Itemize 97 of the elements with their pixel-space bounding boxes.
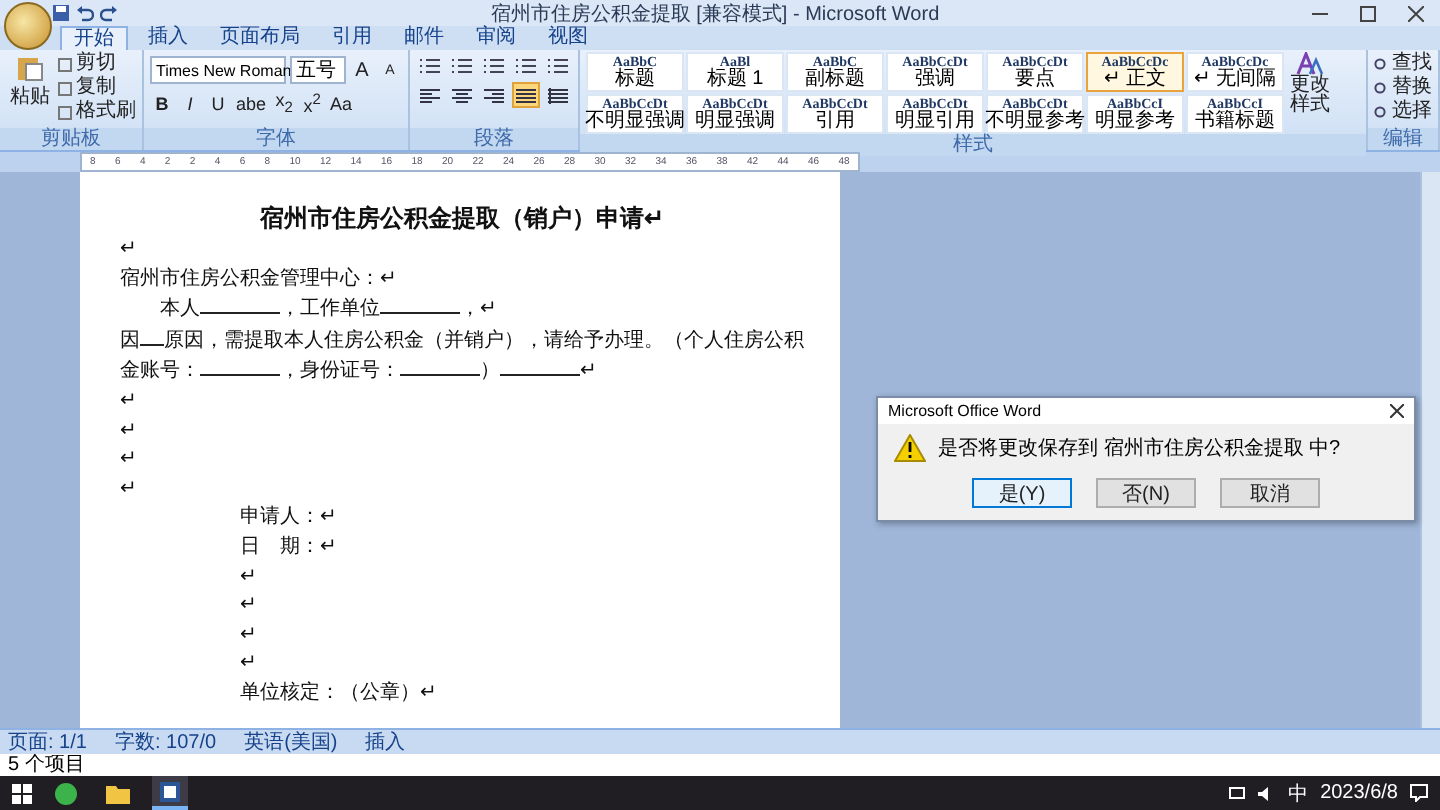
document-text: ，身份证号： [280, 358, 400, 387]
document-text: ↵ [120, 446, 136, 475]
group-label: 样式 [580, 134, 1366, 156]
circle-icon [1374, 57, 1388, 71]
ribbon-tab[interactable]: 开始 [60, 26, 128, 50]
group-label: 编辑 [1368, 128, 1438, 150]
paste-button[interactable]: 粘贴 [6, 52, 54, 124]
document-text: 单位核定：（公章）↵ [240, 679, 436, 708]
format-button[interactable]: U [206, 90, 230, 116]
scrollbar[interactable] [1420, 172, 1440, 728]
format-button[interactable]: abe [234, 90, 269, 116]
document-text: ↵ [580, 358, 596, 387]
document-text: 日 期：↵ [240, 533, 336, 562]
font-size-field[interactable]: 五号 [290, 56, 346, 84]
document-text: 因 [120, 327, 140, 356]
change-styles-button[interactable]: 更改样式 [1288, 52, 1332, 134]
redo-icon[interactable] [100, 4, 118, 22]
list-icon[interactable] [482, 56, 506, 76]
ribbon-tab[interactable]: 视图 [536, 26, 600, 50]
format-button[interactable]: x$^{2}$ [300, 90, 325, 116]
group-label: 剪贴板 [0, 128, 142, 150]
document-text: ） [480, 358, 500, 387]
clipboard-button[interactable]: 复制 [58, 76, 136, 100]
editing-button[interactable]: 替换 [1374, 76, 1432, 100]
ribbon-tab[interactable]: 页面布局 [208, 26, 312, 50]
list-icon[interactable] [546, 56, 570, 76]
undo-icon[interactable] [76, 4, 94, 22]
list-icon[interactable] [450, 56, 474, 76]
clipboard-icon [16, 54, 44, 82]
item-count: 5 个项目 [8, 755, 85, 775]
notification-icon[interactable] [1410, 784, 1428, 802]
warning-icon [894, 434, 926, 462]
clock-date[interactable]: 2023/6/8 [1320, 782, 1398, 804]
document-text: ↵ [120, 475, 136, 504]
maximize-icon[interactable] [1360, 5, 1376, 21]
window-title: 宿州市住房公积金提取 [兼容模式] - Microsoft Word [490, 1, 942, 25]
ribbon-tab[interactable]: 邮件 [392, 26, 456, 50]
dialog-message: 是否将更改保存到 宿州市住房公积金提取 中? [938, 435, 1341, 462]
document-text: ↵ [240, 592, 256, 621]
dialog-button[interactable]: 是(Y) [972, 478, 1072, 508]
document-text: 原因，需提取本人住房公积金（并销户），请给予办理。（个人住房公积 [164, 327, 804, 356]
status-item: 英语(美国) [244, 729, 338, 756]
taskbar-app[interactable] [152, 776, 188, 810]
circle-icon [1374, 105, 1388, 119]
list-icon[interactable] [514, 56, 538, 76]
close-icon[interactable] [1390, 404, 1404, 418]
grow-font-button[interactable]: A [350, 57, 374, 83]
circle-icon [1374, 81, 1388, 95]
dialog-button[interactable]: 否(N) [1096, 478, 1196, 508]
square-icon [58, 105, 72, 119]
document-text: ↵ [240, 563, 256, 592]
document-text: 宿州市住房公积金管理中心：↵ [120, 265, 396, 294]
document-text: ↵ [240, 621, 256, 650]
format-button[interactable]: I [178, 90, 202, 116]
square-icon [58, 57, 72, 71]
status-item: 插入 [365, 729, 406, 756]
ribbon-tab[interactable]: 插入 [136, 26, 200, 50]
windows-icon[interactable] [12, 783, 32, 803]
network-icon[interactable] [1228, 785, 1247, 801]
letter-a-icon [1296, 52, 1324, 76]
folder-icon [106, 781, 130, 805]
dialog-button[interactable]: 取消 [1220, 478, 1320, 508]
clipboard-button[interactable]: 剪切 [58, 52, 136, 76]
document-text: ↵ [120, 417, 136, 446]
format-button[interactable]: x$_{2}$ [272, 90, 297, 116]
square-icon [58, 81, 72, 95]
format-button[interactable]: Aa [328, 90, 355, 116]
group-label: 段落 [410, 128, 578, 150]
editing-button[interactable]: 选择 [1374, 100, 1432, 124]
ribbon-tab[interactable]: 审阅 [464, 26, 528, 50]
document-text: 申请人：↵ [240, 504, 336, 533]
status-item: 页面: 1/1 [8, 730, 87, 754]
status-item: 字数: 107/0 [114, 729, 217, 756]
document-icon [158, 779, 182, 803]
document-title: 宿州市住房公积金提取（销户）申请↵ [260, 202, 664, 236]
document-text: ，↵ [460, 296, 496, 325]
document-text: ↵ [240, 650, 256, 679]
dialog-title: Microsoft Office Word [888, 402, 1042, 420]
circle-icon [54, 781, 78, 805]
document-text: ↵ [120, 387, 136, 416]
ime-indicator[interactable]: 中 [1288, 779, 1309, 807]
ribbon-tab[interactable]: 引用 [320, 26, 384, 50]
document-text: 本人 [160, 296, 200, 325]
font-name-field[interactable]: Times New Roman [150, 56, 286, 84]
editing-button[interactable]: 查找 [1374, 52, 1432, 76]
office-button[interactable] [4, 2, 52, 50]
align-button[interactable] [512, 82, 540, 108]
close-icon[interactable] [1408, 5, 1424, 21]
document-text: ，工作单位 [280, 296, 380, 325]
format-button[interactable]: B [150, 90, 174, 116]
save-icon[interactable] [52, 4, 70, 22]
group-label: 字体 [144, 128, 408, 150]
align-button[interactable] [544, 82, 572, 108]
clipboard-button[interactable]: 格式刷 [58, 100, 136, 124]
document-text: ↵ [120, 236, 136, 264]
document-text: 金账号： [120, 358, 200, 387]
list-icon[interactable] [418, 56, 442, 76]
